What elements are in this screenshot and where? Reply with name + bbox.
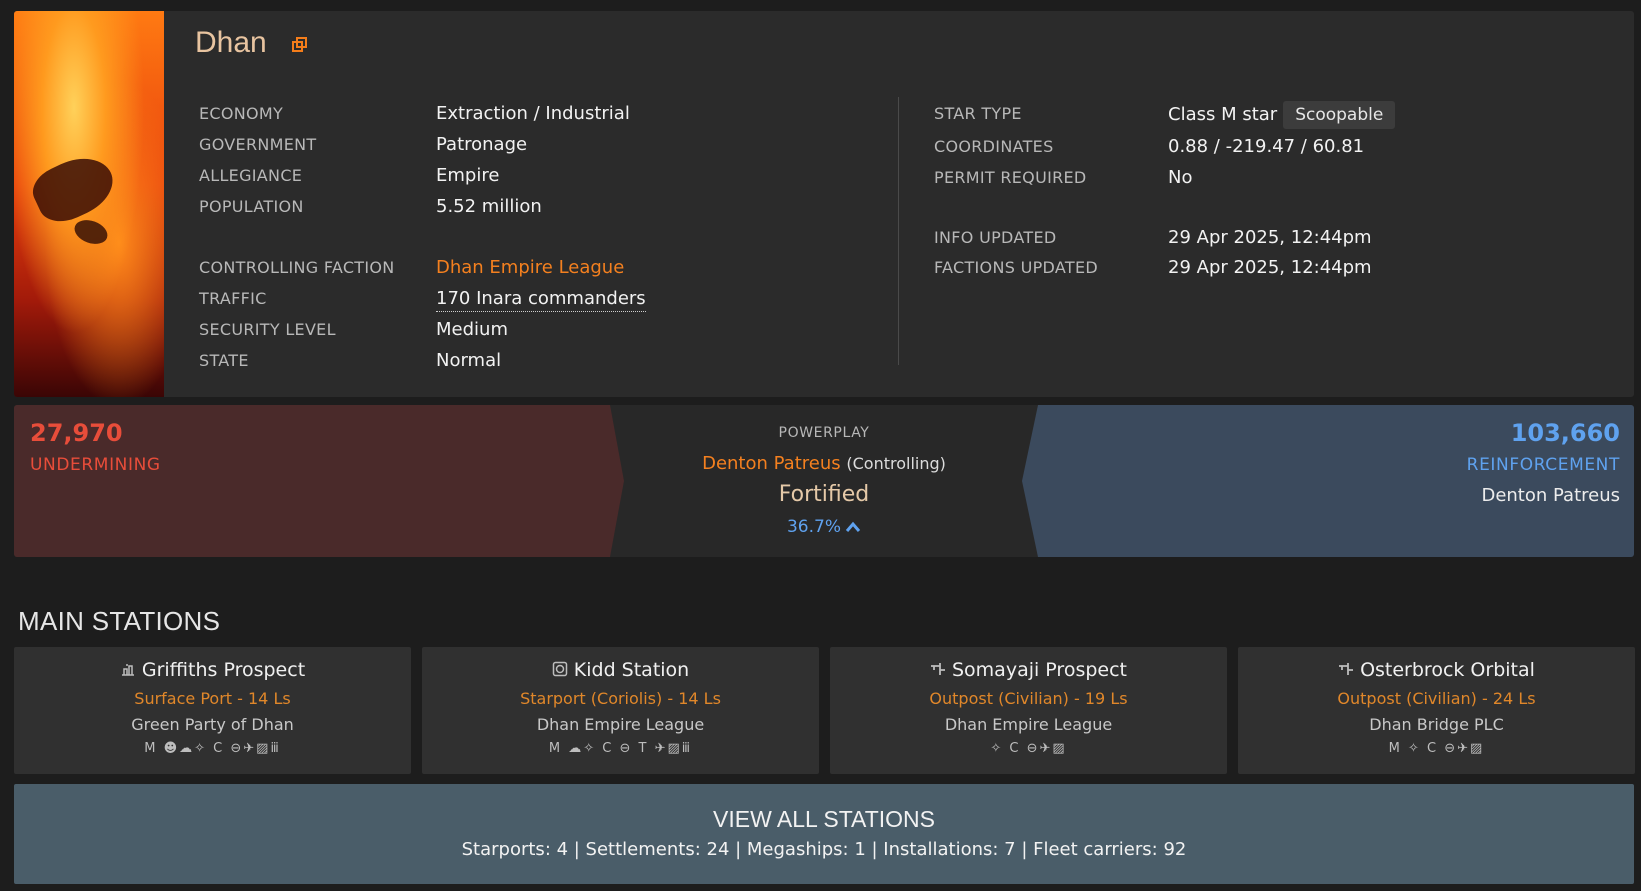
station-type: Outpost (Civilian) - 24 Ls [1337, 689, 1536, 708]
system-name: Dhan [195, 26, 267, 59]
power-name-link[interactable]: Denton Patreus [702, 453, 841, 474]
outpost-icon [1338, 660, 1354, 676]
undermining-label: UNDERMINING [30, 455, 161, 475]
chevron-up-icon [841, 517, 861, 537]
station-counts: Starports: 4 | Settlements: 24 | Megashi… [461, 839, 1187, 860]
station-faction: Dhan Bridge PLC [1369, 715, 1504, 734]
economy-label: ECONOMY [199, 104, 284, 123]
undermining-panel: 27,970 UNDERMINING [14, 405, 624, 557]
image-decoration [26, 146, 122, 231]
traffic-label: TRAFFIC [199, 289, 267, 308]
undermining-value: 27,970 [30, 419, 123, 447]
star-image [14, 11, 164, 397]
station-name: Somayaji Prospect [830, 659, 1227, 681]
column-divider [898, 97, 899, 365]
star-type-label: STAR TYPE [934, 104, 1022, 123]
station-card[interactable]: Kidd Station Starport (Coriolis) - 14 Ls… [422, 647, 819, 774]
economy-value: Extraction / Industrial [436, 103, 630, 124]
station-type: Outpost (Civilian) - 19 Ls [929, 689, 1128, 708]
station-type: Starport (Coriolis) - 14 Ls [520, 689, 721, 708]
reinforcement-panel: 103,660 REINFORCEMENT Denton Patreus [1022, 405, 1634, 557]
coordinates-value: 0.88 / -219.47 / 60.81 [1168, 136, 1365, 157]
permit-required-value: No [1168, 167, 1193, 188]
copy-icon[interactable] [292, 37, 308, 53]
station-name: Kidd Station [422, 659, 819, 681]
station-name-text: Osterbrock Orbital [1360, 659, 1535, 681]
outpost-icon [930, 660, 946, 676]
station-card[interactable]: Osterbrock Orbital Outpost (Civilian) - … [1238, 647, 1635, 774]
scoopable-badge: Scoopable [1283, 101, 1396, 129]
powerplay-bar: 27,970 UNDERMINING POWERPLAY Denton Patr… [14, 405, 1634, 557]
security-level-label: SECURITY LEVEL [199, 320, 336, 339]
info-updated-value: 29 Apr 2025, 12:44pm [1168, 227, 1372, 248]
powerplay-progress: 36.7% [624, 517, 1024, 537]
allegiance-label: ALLEGIANCE [199, 166, 303, 185]
station-card[interactable]: Griffiths Prospect Surface Port - 14 Ls … [14, 647, 411, 774]
state-label: STATE [199, 351, 249, 370]
population-value: 5.52 million [436, 196, 542, 217]
power-status: (Controlling) [846, 454, 946, 473]
station-services: M ☻☁✧ C ⊖✈▨ⅲ [144, 741, 281, 756]
government-label: GOVERNMENT [199, 135, 317, 154]
image-decoration [71, 215, 111, 249]
factions-updated-label: FACTIONS UPDATED [934, 258, 1098, 277]
station-faction: Dhan Empire League [944, 715, 1113, 734]
government-value: Patronage [436, 134, 528, 155]
coriolis-icon [552, 660, 568, 677]
coordinates-label: COORDINATES [934, 137, 1054, 156]
allegiance-value: Empire [436, 165, 500, 186]
station-name-text: Kidd Station [573, 659, 690, 681]
info-updated-label: INFO UPDATED [934, 228, 1057, 247]
controlling-faction-link[interactable]: Dhan Empire League [436, 257, 624, 278]
station-name-text: Griffiths Prospect [141, 659, 306, 681]
view-all-label: VIEW ALL STATIONS [713, 806, 935, 832]
station-faction: Dhan Empire League [536, 715, 705, 734]
traffic-link[interactable]: 170 Inara commanders [436, 288, 646, 312]
station-name-text: Somayaji Prospect [951, 659, 1127, 681]
controlling-power: Denton Patreus (Controlling) [624, 453, 1024, 474]
section-title: MAIN STATIONS [18, 606, 221, 636]
station-services: ✧ C ⊖✈▨ [990, 741, 1067, 756]
reinforcement-power: Denton Patreus [1481, 485, 1620, 506]
stations-list: Griffiths Prospect Surface Port - 14 Ls … [14, 647, 1635, 774]
station-services: M ✧ C ⊖✈▨ [1388, 741, 1485, 756]
permit-required-label: PERMIT REQUIRED [934, 168, 1087, 187]
powerplay-heading: POWERPLAY [778, 425, 870, 441]
station-name: Griffiths Prospect [14, 659, 411, 681]
reinforcement-label: REINFORCEMENT [1466, 455, 1620, 475]
station-card[interactable]: Somayaji Prospect Outpost (Civilian) - 1… [830, 647, 1227, 774]
progress-value: 36.7% [786, 517, 841, 537]
state-value: Normal [436, 350, 502, 371]
powerplay-state: Fortified [778, 482, 870, 507]
station-faction: Green Party of Dhan [131, 715, 294, 734]
star-type-value: Class M star [1168, 104, 1278, 125]
reinforcement-value: 103,660 [1510, 419, 1620, 447]
factions-updated-value: 29 Apr 2025, 12:44pm [1168, 257, 1372, 278]
station-name: Osterbrock Orbital [1238, 659, 1635, 681]
station-type: Surface Port - 14 Ls [134, 689, 291, 708]
surface-port-icon [120, 660, 136, 676]
view-all-stations-button[interactable]: VIEW ALL STATIONS Starports: 4 | Settlem… [14, 784, 1634, 884]
security-level-value: Medium [436, 319, 508, 340]
star-type-row: Class M star Scoopable [1168, 101, 1396, 129]
station-services: M ☁✧ C ⊖ T ✈▨ⅲ [548, 741, 693, 756]
controlling-faction-label: CONTROLLING FACTION [199, 258, 395, 277]
population-label: POPULATION [199, 197, 304, 216]
